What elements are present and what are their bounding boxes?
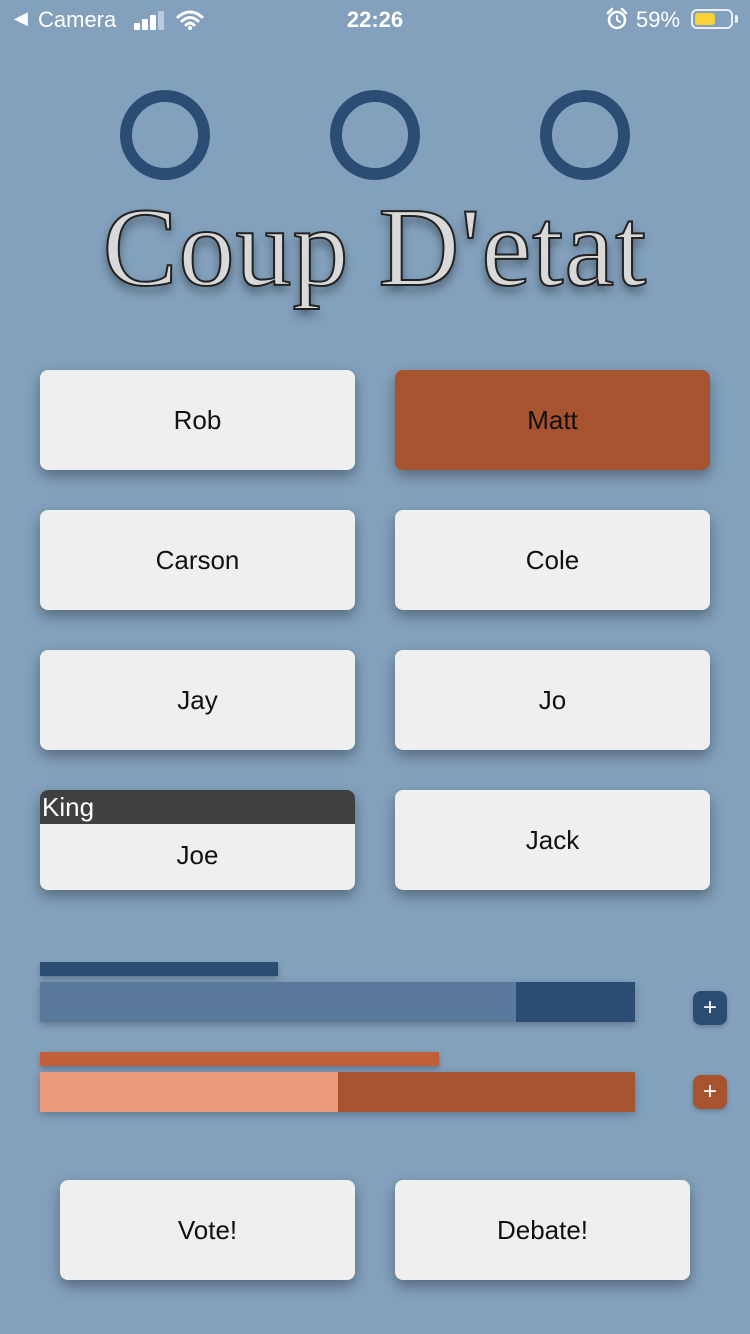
player-name: Carson	[155, 544, 240, 575]
player-name: Matt	[527, 404, 578, 435]
blue-meter-fill	[40, 982, 516, 1022]
player-name: Jay	[177, 684, 218, 715]
battery-icon	[691, 9, 733, 29]
player-card-cole[interactable]: Cole	[395, 510, 710, 610]
orange-meter-bar	[40, 1072, 635, 1112]
battery-percent: 59%	[636, 7, 681, 32]
player-card-matt[interactable]: Matt	[395, 370, 710, 470]
orange-small-bar	[40, 1052, 439, 1066]
player-name: Cole	[525, 544, 580, 575]
status-circle-2	[330, 90, 420, 180]
blue-meter-bar	[40, 982, 635, 1022]
player-name: Jack	[525, 824, 580, 855]
battery-cap	[735, 15, 738, 23]
player-card-jay[interactable]: Jay	[40, 650, 355, 750]
orange-add-button[interactable]: +	[693, 1075, 727, 1109]
player-card-joe[interactable]: King Joe	[40, 790, 355, 890]
alarm-clock-icon	[606, 7, 628, 30]
orange-meter-fill	[40, 1072, 338, 1112]
debate-button[interactable]: Debate!	[395, 1180, 690, 1280]
battery-level	[695, 13, 716, 25]
blue-add-button[interactable]: +	[693, 991, 727, 1025]
game-title: Coup D'etat	[102, 186, 648, 310]
status-circle-3	[540, 90, 630, 180]
player-name: Joe	[176, 840, 219, 870]
status-bar: ◀ Camera 22:26 59%	[0, 0, 750, 40]
player-card-jo[interactable]: Jo	[395, 650, 710, 750]
role-badge: King	[40, 790, 355, 824]
player-card-jack[interactable]: Jack	[395, 790, 710, 890]
vote-button[interactable]: Vote!	[60, 1180, 355, 1280]
player-card-rob[interactable]: Rob	[40, 370, 355, 470]
player-card-carson[interactable]: Carson	[40, 510, 355, 610]
blue-small-bar	[40, 962, 278, 976]
player-name: Jo	[538, 684, 567, 715]
player-name: Rob	[173, 404, 222, 435]
status-circle-1	[120, 90, 210, 180]
